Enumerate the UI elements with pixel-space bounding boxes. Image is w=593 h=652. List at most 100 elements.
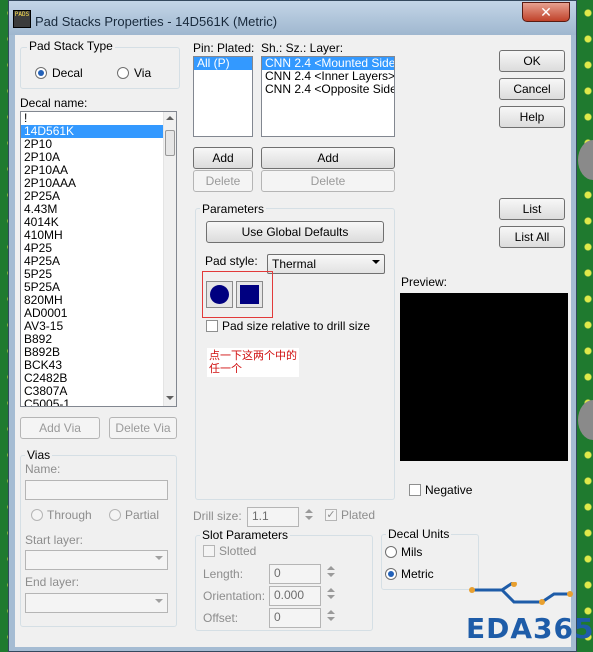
parameters-label: Parameters bbox=[200, 202, 267, 216]
square-icon bbox=[240, 285, 259, 304]
orientation-label: Orientation: bbox=[203, 589, 266, 603]
decal-units-label: Decal Units bbox=[386, 527, 452, 541]
plated-checkbox[interactable]: ✓ bbox=[325, 509, 337, 521]
pad-stack-type-label: Pad Stack Type bbox=[27, 39, 115, 53]
chevron-down-icon bbox=[155, 556, 163, 560]
via-name-input[interactable] bbox=[25, 480, 168, 500]
cancel-button[interactable]: Cancel bbox=[499, 78, 565, 100]
through-radio[interactable] bbox=[31, 509, 43, 521]
preview-label: Preview: bbox=[401, 275, 448, 289]
negative-checkbox[interactable] bbox=[409, 484, 421, 496]
offset-spinner[interactable] bbox=[326, 607, 336, 624]
use-global-defaults-button[interactable]: Use Global Defaults bbox=[206, 221, 384, 243]
pin-list-header: Pin: Plated: bbox=[193, 41, 255, 55]
via-name-label: Name: bbox=[25, 462, 61, 476]
spin-down-icon bbox=[305, 516, 313, 520]
negative-label: Negative bbox=[425, 483, 473, 497]
dialog-window: PADS Pad Stacks Properties - 14D561K (Me… bbox=[8, 0, 577, 652]
slot-parameters-label: Slot Parameters bbox=[200, 528, 291, 542]
slotted-checkbox[interactable] bbox=[203, 545, 215, 557]
round-shape-button[interactable] bbox=[206, 281, 233, 308]
scroll-thumb[interactable] bbox=[165, 130, 175, 156]
add-pin-button[interactable]: Add bbox=[193, 147, 253, 169]
orientation-input[interactable]: 0.000 bbox=[269, 586, 321, 606]
spin-down-icon bbox=[327, 617, 335, 621]
pad-style-label: Pad style: bbox=[205, 254, 258, 268]
circuit-trace-icon bbox=[469, 580, 573, 605]
chevron-down-icon bbox=[155, 599, 163, 603]
start-layer-label: Start layer: bbox=[25, 533, 84, 547]
plated-label: Plated bbox=[341, 508, 376, 522]
mils-radio[interactable] bbox=[385, 546, 397, 558]
vias-label: Vias bbox=[25, 448, 53, 462]
drill-size-label: Drill size: bbox=[193, 509, 242, 523]
decal-radio-label: Decal bbox=[52, 66, 83, 80]
decal-list-item[interactable]: C5005-1 bbox=[21, 398, 176, 407]
decal-radio[interactable] bbox=[35, 67, 47, 79]
slotted-label: Slotted bbox=[219, 544, 257, 558]
pin-list-item[interactable]: All (P) bbox=[194, 57, 252, 70]
start-layer-select[interactable] bbox=[25, 550, 168, 570]
mils-label: Mils bbox=[401, 545, 423, 559]
window-title: Pad Stacks Properties - 14D561K (Metric) bbox=[35, 14, 278, 29]
pad-relative-label: Pad size relative to drill size bbox=[222, 319, 371, 333]
layer-list-item[interactable]: CNN 2.4 <Opposite Side> bbox=[262, 83, 394, 96]
length-spinner[interactable] bbox=[326, 563, 336, 580]
decal-items: ! 14D561K 2P10 2P10A 2P10AA 2P10AAA 2P25A 4.43M… bbox=[21, 112, 176, 407]
layer-list-header: Sh.: Sz.: Layer: bbox=[261, 41, 344, 55]
pad-relative-checkbox[interactable] bbox=[206, 320, 218, 332]
spin-up-icon bbox=[327, 610, 335, 614]
add-layer-button[interactable]: Add bbox=[261, 147, 395, 169]
add-via-button[interactable]: Add Via bbox=[20, 417, 100, 439]
decal-name-list[interactable]: ! 14D561K 2P10 2P10A 2P10AA 2P10AAA 2P25A 4.43M… bbox=[20, 111, 177, 407]
metric-label: Metric bbox=[401, 567, 434, 581]
spin-up-icon bbox=[305, 509, 313, 513]
spin-down-icon bbox=[327, 595, 335, 599]
watermark-text: EDA365 bbox=[466, 612, 593, 645]
annotation-note: 点一下这两个中的任一个 bbox=[207, 348, 299, 377]
drill-size-input[interactable]: 1.1 bbox=[247, 507, 299, 527]
layer-list[interactable]: CNN 2.4 <Mounted Side> CNN 2.4 <Inner La… bbox=[261, 56, 395, 137]
list-button[interactable]: List bbox=[499, 198, 565, 220]
pcb-pattern-left bbox=[0, 0, 8, 652]
pad-style-select[interactable]: Thermal bbox=[267, 254, 385, 274]
ok-button[interactable]: OK bbox=[499, 50, 565, 72]
length-label: Length: bbox=[203, 567, 244, 581]
square-shape-button[interactable] bbox=[236, 281, 263, 308]
partial-label: Partial bbox=[125, 508, 160, 522]
pcb-pattern-right bbox=[577, 0, 593, 652]
delete-via-button[interactable]: Delete Via bbox=[109, 417, 177, 439]
length-input[interactable]: 0 bbox=[269, 564, 321, 584]
via-radio[interactable] bbox=[117, 67, 129, 79]
scroll-down-icon[interactable] bbox=[166, 396, 174, 400]
eda365-watermark: EDA365 bbox=[462, 580, 593, 648]
drill-size-spinner[interactable] bbox=[304, 506, 314, 523]
close-button[interactable]: ✕ bbox=[522, 2, 570, 22]
decal-list-scrollbar[interactable] bbox=[163, 112, 176, 406]
offset-input[interactable]: 0 bbox=[269, 608, 321, 628]
annotation-text: 点一下这两个中的任一个 bbox=[209, 349, 297, 375]
spin-down-icon bbox=[327, 573, 335, 577]
end-layer-select[interactable] bbox=[25, 593, 168, 613]
dialog-client: Pad Stack Type Decal Via Decal name: ! 14… bbox=[15, 35, 571, 647]
pads-app-icon: PADS bbox=[13, 10, 31, 28]
list-all-button[interactable]: List All bbox=[499, 226, 565, 248]
through-label: Through bbox=[47, 508, 92, 522]
help-button[interactable]: Help bbox=[499, 106, 565, 128]
orientation-spinner[interactable] bbox=[326, 585, 336, 602]
pad-style-value: Thermal bbox=[272, 257, 317, 271]
preview-canvas bbox=[400, 293, 568, 461]
pin-list[interactable]: All (P) bbox=[193, 56, 253, 137]
spin-up-icon bbox=[327, 566, 335, 570]
via-radio-label: Via bbox=[134, 66, 152, 80]
partial-radio[interactable] bbox=[109, 509, 121, 521]
metric-radio[interactable] bbox=[385, 568, 397, 580]
delete-pin-button[interactable]: Delete bbox=[193, 170, 253, 192]
title-bar[interactable]: PADS Pad Stacks Properties - 14D561K (Me… bbox=[9, 1, 576, 35]
scroll-up-icon[interactable] bbox=[166, 116, 174, 120]
spin-up-icon bbox=[327, 588, 335, 592]
decal-name-label: Decal name: bbox=[20, 96, 88, 110]
end-layer-label: End layer: bbox=[25, 575, 80, 589]
chevron-down-icon bbox=[372, 260, 380, 264]
delete-layer-button[interactable]: Delete bbox=[261, 170, 395, 192]
